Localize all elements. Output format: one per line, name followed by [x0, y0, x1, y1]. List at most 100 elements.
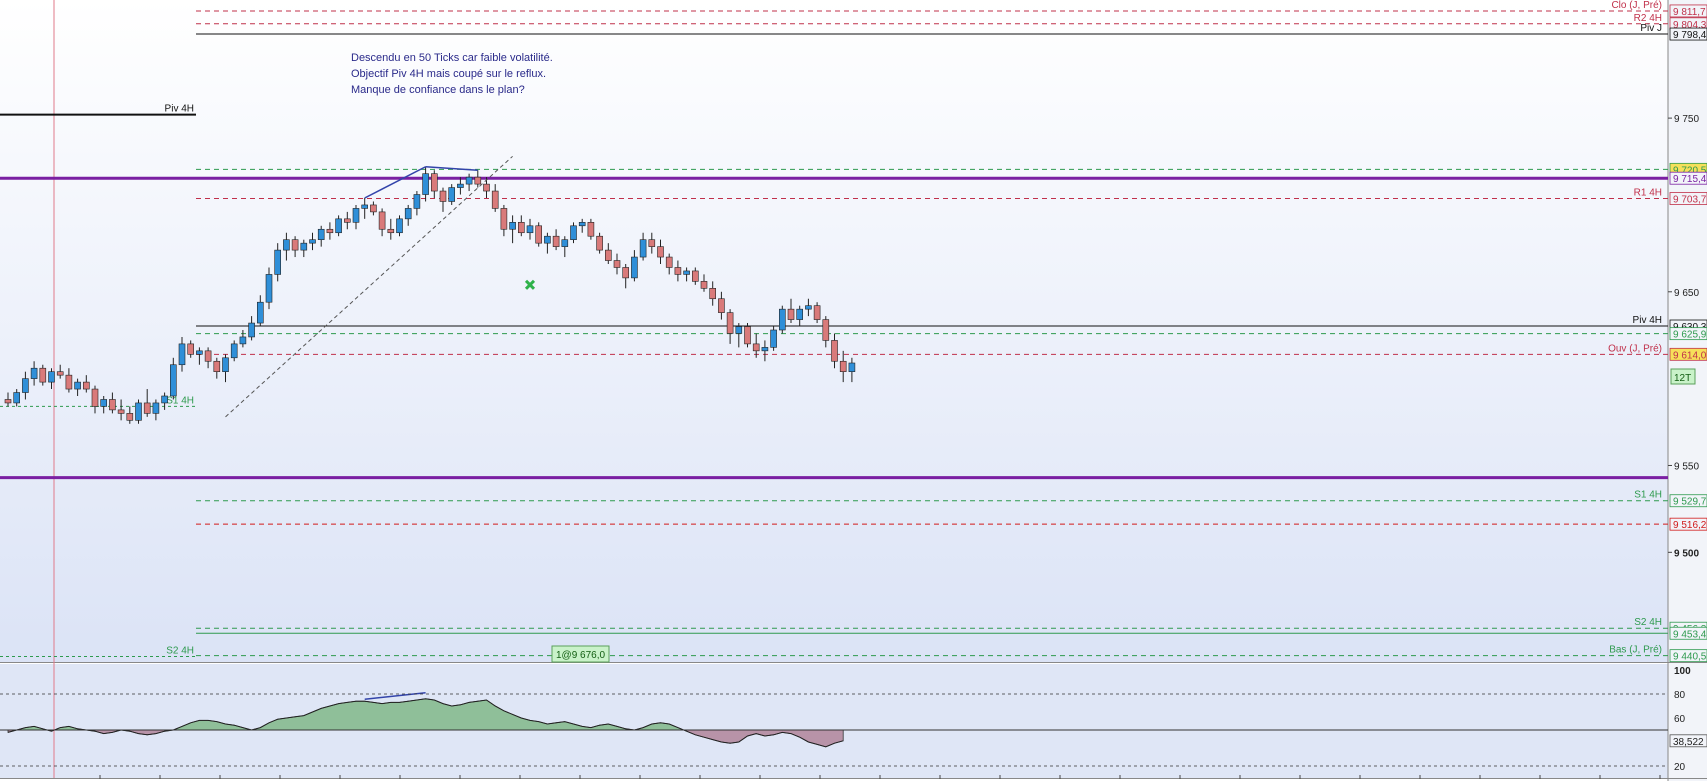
level-line-label-0: Clo (J, Pré): [1611, 0, 1662, 11]
candle-body-11: [100, 399, 107, 407]
level-value-label-9: 9 529,7: [1673, 497, 1707, 508]
candle-body-75: [657, 246, 664, 258]
candle-body-97: [848, 362, 856, 372]
history-line-label-0: Piv 4H: [165, 104, 194, 115]
candle-body-76: [665, 256, 673, 268]
candle-body-79: [691, 270, 699, 282]
candle-body-7: [65, 374, 73, 390]
level-line-label-13: Bas (J, Pré): [1609, 645, 1662, 656]
candle-body-33: [291, 239, 299, 251]
candle-body-32: [283, 239, 290, 251]
candle-body-20: [178, 343, 186, 366]
oscillator-panel-bg: [0, 664, 1668, 778]
level-value-label-2: 9 798,4: [1673, 30, 1707, 41]
y-tick-label-3: 9 500: [1674, 548, 1699, 559]
candle-body-13: [117, 409, 125, 414]
candle-body-88: [770, 329, 777, 348]
candle-body-24: [213, 360, 221, 372]
candle-body-94: [822, 319, 830, 341]
candle-body-1: [13, 392, 20, 404]
candle-body-59: [517, 222, 525, 234]
timeframe-tag: 12T: [1670, 368, 1696, 385]
candle-body-72: [631, 256, 638, 279]
annotation-line-3: Manque de confiance dans le plan?: [351, 84, 525, 96]
candle-body-70: [613, 260, 621, 268]
candle-body-8: [74, 381, 81, 390]
candle-body-23: [204, 350, 212, 362]
candle-body-77: [674, 267, 682, 275]
osc-tick-label-0: 100: [1674, 666, 1691, 677]
candle-body-89: [778, 308, 786, 331]
candle-body-22: [196, 350, 203, 355]
candle-body-40: [352, 208, 360, 223]
level-line-label-11: S2 4H: [1634, 617, 1662, 628]
candle-body-30: [265, 274, 273, 303]
candle-body-0: [4, 399, 12, 404]
candle-61[interactable]: [535, 222, 543, 247]
candle-body-56: [491, 190, 499, 209]
level-value-label-8: 9 614,0: [1673, 350, 1707, 361]
candle-body-67: [587, 222, 595, 237]
candle-body-66: [578, 222, 586, 227]
annotation-line-1: Descendu en 50 Ticks car faible volatili…: [351, 52, 553, 64]
candle-89[interactable]: [778, 305, 786, 334]
order-tag[interactable]: 1@9 676,0: [551, 645, 610, 663]
level-line-label-2: Piv J: [1640, 23, 1662, 34]
candle-body-39: [343, 218, 351, 223]
candle-88[interactable]: [770, 326, 777, 351]
chart-canvas[interactable]: Piv 4HS1 4HS2 4HClo (J, Pré)9 811,7R2 4H…: [0, 0, 1707, 781]
candle-body-62: [544, 235, 551, 244]
candle-body-48: [422, 173, 429, 195]
osc-tick-label-2: 60: [1674, 714, 1686, 725]
candle-body-26: [230, 343, 238, 359]
level-value-label-12: 9 453,4: [1673, 629, 1707, 640]
candle-body-46: [404, 208, 412, 220]
osc-tick-label-1: 80: [1674, 690, 1686, 701]
level-line-label-9: S1 4H: [1634, 490, 1662, 501]
candle-body-37: [326, 228, 334, 234]
candle-85[interactable]: [744, 323, 751, 348]
candle-body-34: [300, 242, 308, 251]
level-line-label-8: Ouv (J, Pré): [1608, 343, 1662, 354]
candle-body-87: [761, 347, 769, 352]
candle-body-19: [170, 364, 177, 397]
candle-body-93: [813, 305, 821, 320]
candle-body-27: [239, 336, 247, 345]
history-line-label-2: S2 4H: [166, 646, 194, 657]
candle-body-52: [457, 183, 464, 188]
candle-body-42: [370, 204, 377, 213]
candle-body-38: [335, 218, 342, 234]
candle-body-54: [474, 176, 482, 185]
candle-body-31: [274, 249, 282, 275]
trading-chart[interactable]: Piv 4H S1 4H S2 4H Clo (J, Pré) 9 811,7 R2 4H…: [0, 0, 1707, 781]
candle-15[interactable]: [135, 399, 142, 424]
candle-body-53: [465, 176, 473, 185]
candle-body-6: [56, 371, 64, 376]
candle-body-49: [430, 173, 438, 192]
candle-body-73: [639, 239, 647, 258]
candle-body-43: [378, 211, 386, 230]
candle-body-18: [161, 395, 168, 404]
candle-body-17: [152, 402, 160, 414]
level-value-label-13: 9 440,5: [1673, 652, 1707, 663]
candle-body-14: [126, 413, 134, 421]
candle-body-44: [387, 228, 395, 234]
candle-body-45: [396, 218, 403, 234]
candle-body-91: [796, 308, 804, 320]
candle-body-61: [535, 225, 543, 244]
candle-body-3: [30, 367, 38, 379]
candle-body-35: [309, 239, 316, 244]
candle-body-81: [709, 288, 717, 300]
osc-current-value: 38,522: [1673, 737, 1704, 748]
candle-body-4: [39, 367, 47, 383]
candle-body-71: [622, 267, 630, 279]
y-tick-label-2: 9 550: [1674, 461, 1699, 472]
candle-body-80: [700, 281, 708, 289]
candle-body-58: [509, 222, 516, 230]
candle-body-68: [596, 235, 603, 251]
order-tag-text: 1@9 676,0: [556, 650, 606, 661]
candle-body-51: [448, 187, 456, 202]
candle-body-28: [248, 322, 255, 338]
candle-body-83: [726, 312, 734, 334]
candle-body-12: [109, 399, 116, 411]
